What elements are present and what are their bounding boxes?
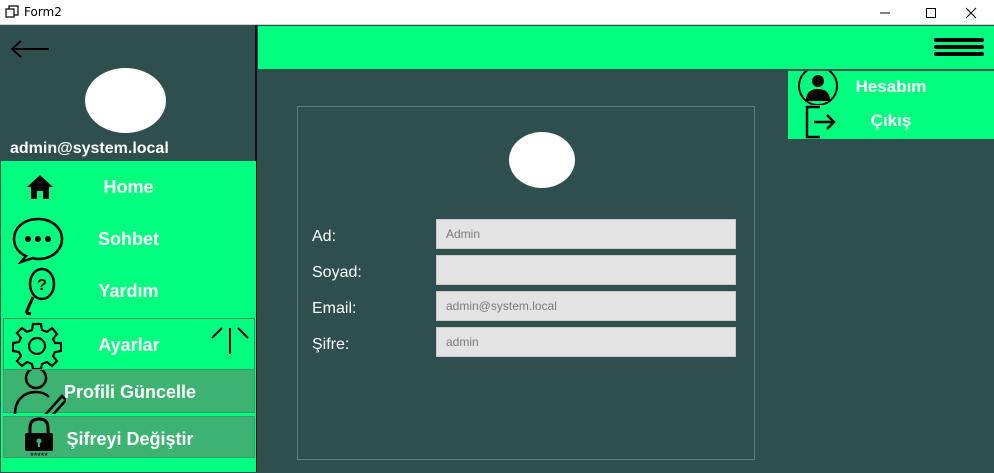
account-item-cikis[interactable]: Çıkış [788,105,994,139]
sidebar-item-yardim[interactable]: ? Yardım [1,265,256,317]
close-button[interactable] [948,0,994,25]
sidebar-subitem-label: Şifreyi Değiştir [66,429,194,449]
account-item-label: Hesabım [855,77,927,96]
sidebar-item-ayarlar[interactable]: Ayarlar [3,318,255,370]
email-input[interactable] [436,291,736,321]
minimize-button[interactable] [862,0,908,25]
sidebar-item-label: Home [103,177,154,197]
account-item-label: Çıkış [870,111,912,130]
password-input[interactable] [436,327,736,357]
profile-avatar[interactable] [509,132,575,188]
top-bar [258,26,994,70]
sidebar: admin@system.local Home Sohbet ? Yardım [1,25,257,472]
close-icon [965,7,977,18]
profile-panel: Ad: Soyad: Email: Şifre: [297,106,755,460]
first-name-label: Ad: [312,228,337,245]
window-title: Form2 [24,5,62,19]
avatar [85,68,166,133]
minimize-icon [880,12,890,13]
sidebar-subitem-label: Profili Güncelle [63,382,197,402]
password-label: Şifre: [312,336,350,353]
title-bar: Form2 [0,0,994,25]
sidebar-item-label: Sohbet [98,229,159,249]
svg-text:*****: ***** [30,451,48,459]
account-item-hesabim[interactable]: Hesabım [788,71,994,105]
last-name-input[interactable] [436,255,736,285]
maximize-icon [926,7,936,18]
collapse-arrows-icon[interactable] [210,324,250,356]
email-label: Email: [312,300,357,317]
first-name-input[interactable] [436,219,736,249]
sidebar-item-sohbet[interactable]: Sohbet [1,213,256,265]
sidebar-menu: Home Sohbet ? Yardım Ayarlar Profili Gün… [1,161,256,472]
sidebar-item-label: Yardım [98,281,159,301]
arrow-left-icon[interactable] [9,38,51,60]
sidebar-subitem-profili-guncelle[interactable]: Profili Güncelle [3,369,255,414]
window-restore-icon [5,5,19,18]
hamburger-icon[interactable] [934,38,984,58]
user-email: admin@system.local [10,140,169,157]
last-name-label: Soyad: [312,264,362,281]
account-dropdown: Hesabım Çıkış [788,71,994,139]
sidebar-item-home[interactable]: Home [1,161,256,213]
sidebar-subitem-sifreyi-degistir[interactable]: ***** Şifreyi Değiştir [3,416,255,459]
